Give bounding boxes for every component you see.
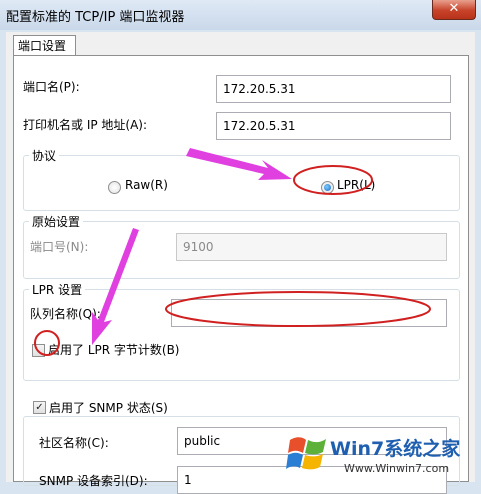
annotation-overlay bbox=[34, 148, 431, 356]
lpr-highlight-circle bbox=[293, 165, 373, 195]
watermark: Win7系统之家 Www.Winwin7.com bbox=[286, 432, 476, 480]
tab-port-settings[interactable]: 端口设置 bbox=[13, 35, 76, 55]
arrow-to-checkbox-icon bbox=[92, 228, 139, 345]
win7-logo-icon bbox=[286, 437, 326, 470]
queue-highlight-circle bbox=[165, 291, 431, 327]
watermark-url: Www.Winwin7.com bbox=[344, 462, 450, 475]
checkbox-highlight-circle bbox=[34, 330, 60, 356]
arrow-to-lpr-icon bbox=[186, 148, 292, 180]
watermark-brand: Win7系统之家 bbox=[330, 438, 461, 460]
